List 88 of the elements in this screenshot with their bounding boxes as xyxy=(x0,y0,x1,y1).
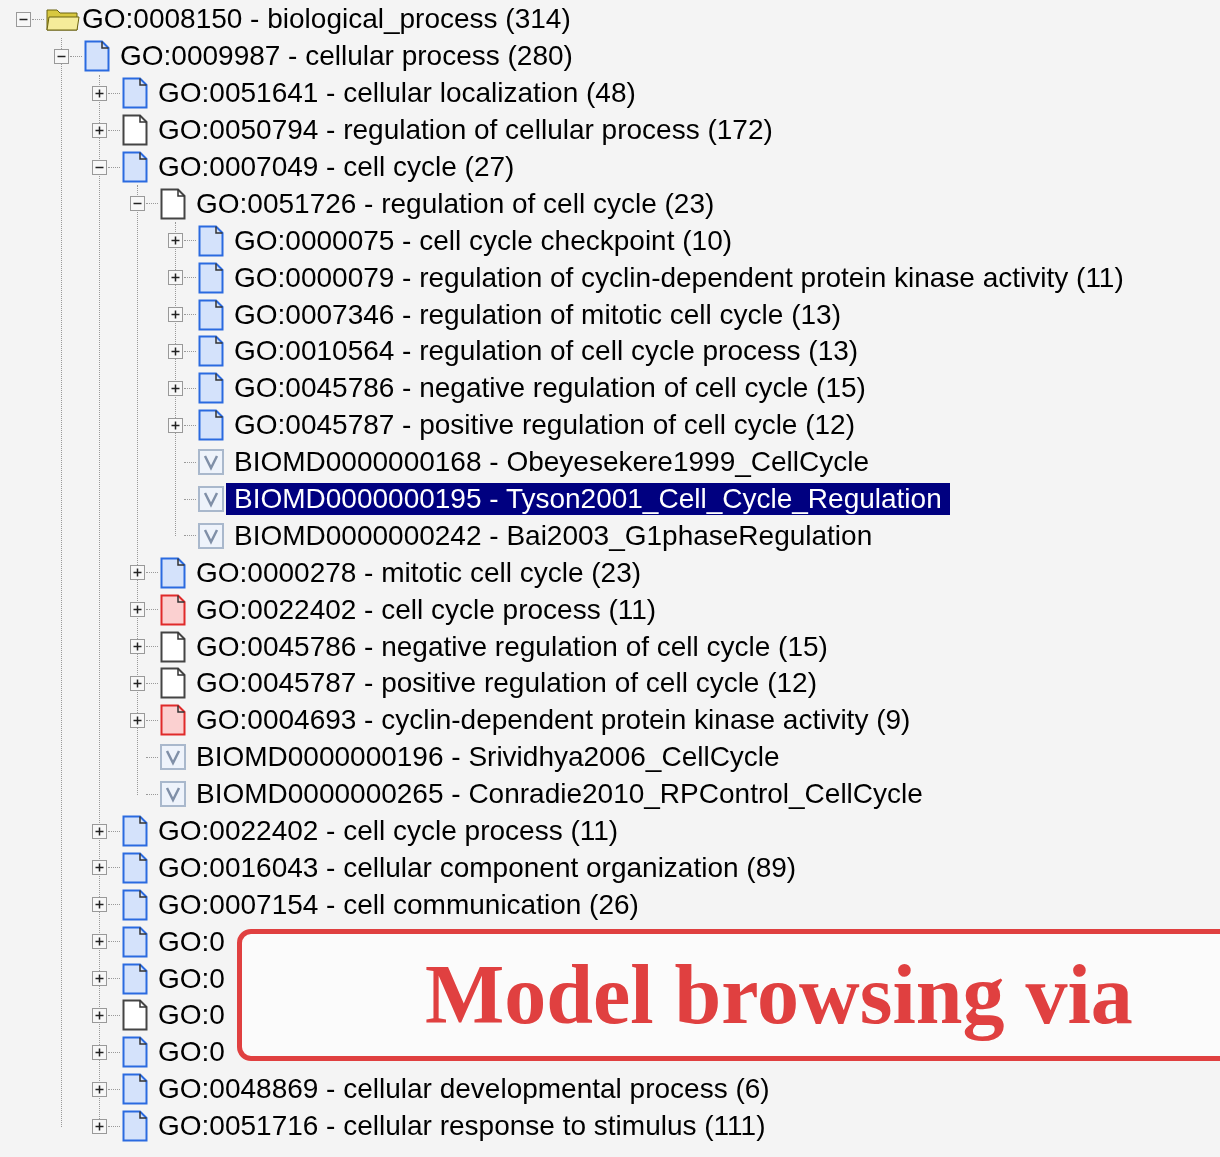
collapse-toggle[interactable] xyxy=(92,159,107,175)
document-icon xyxy=(198,335,224,368)
document-icon xyxy=(122,1036,148,1069)
document-icon xyxy=(198,261,224,294)
tree-node-label[interactable]: BIOMD0000000196 - Srividhya2006_CellCycle xyxy=(188,741,788,774)
collapse-toggle[interactable] xyxy=(130,196,145,212)
collapse-toggle[interactable] xyxy=(54,48,69,64)
expand-toggle[interactable] xyxy=(92,823,107,839)
tree-node-label[interactable]: GO:0008150 - biological_process (314) xyxy=(74,3,579,36)
tree-node-label[interactable]: GO:0016043 - cellular component organization (89) xyxy=(150,851,805,884)
tree-node-label[interactable]: GO:0007346 - regulation of mitotic cell cycle (13) xyxy=(226,298,849,331)
document-icon xyxy=(160,187,186,220)
document-icon xyxy=(160,593,186,626)
expand-toggle[interactable] xyxy=(92,897,107,913)
expand-toggle[interactable] xyxy=(168,307,183,323)
expand-toggle[interactable] xyxy=(92,1081,107,1097)
document-icon xyxy=(160,704,186,737)
tree-node-label[interactable]: GO:0010564 - regulation of cell cycle process (13) xyxy=(226,335,867,368)
document-icon xyxy=(160,556,186,589)
tree-node-label[interactable]: GO:0 xyxy=(150,925,233,958)
tree-node-label[interactable]: GO:0000278 - mitotic cell cycle (23) xyxy=(188,556,650,589)
expand-toggle[interactable] xyxy=(92,860,107,876)
document-icon xyxy=(122,925,148,958)
tree-node-label[interactable]: GO:0 xyxy=(150,962,233,995)
document-icon xyxy=(122,815,148,848)
document-icon xyxy=(198,409,224,442)
expand-toggle[interactable] xyxy=(168,417,183,433)
document-icon xyxy=(122,888,148,921)
document-icon xyxy=(160,667,186,700)
document-icon xyxy=(160,630,186,663)
tree-node-label[interactable]: GO:0045786 - negative regulation of cell cycle (15) xyxy=(226,372,874,405)
tree-node-label[interactable]: GO:0022402 - cell cycle process (11) xyxy=(188,593,665,626)
tree-node-label[interactable]: GO:0007049 - cell cycle (27) xyxy=(150,151,523,183)
tree-node-label[interactable]: GO:0007154 - cell communication (26) xyxy=(150,888,647,921)
expand-toggle[interactable] xyxy=(168,233,183,249)
model-icon xyxy=(198,522,224,549)
document-icon xyxy=(122,962,148,995)
folder-icon xyxy=(46,6,80,33)
tree-node-label[interactable]: GO:0022402 - cell cycle process (11) xyxy=(150,815,627,848)
model-icon xyxy=(160,781,186,808)
model-icon xyxy=(198,486,224,512)
expand-toggle[interactable] xyxy=(168,380,183,396)
expand-toggle[interactable] xyxy=(130,712,145,728)
expand-toggle[interactable] xyxy=(92,971,107,987)
tree-node-label[interactable]: GO:0000079 - regulation of cyclin-dependent protein kinase activity (11) xyxy=(226,261,1132,294)
collapse-toggle[interactable] xyxy=(16,11,31,27)
expand-toggle[interactable] xyxy=(92,85,107,101)
tree-node-label[interactable]: GO:0 xyxy=(150,999,233,1032)
tree-node-label[interactable]: BIOMD0000000242 - Bai2003_G1phaseRegulation xyxy=(226,519,881,552)
tree-node-label[interactable]: GO:0 xyxy=(150,1036,233,1069)
expand-toggle[interactable] xyxy=(130,565,145,581)
document-icon xyxy=(122,999,148,1032)
tree-node-label[interactable]: BIOMD0000000265 - Conradie2010_RPControl_CellCycle xyxy=(188,778,931,811)
document-icon xyxy=(198,298,224,331)
document-icon xyxy=(122,114,148,147)
expand-toggle[interactable] xyxy=(168,343,183,359)
model-icon xyxy=(160,744,186,771)
tree-node-label[interactable]: GO:0051641 - cellular localization (48) xyxy=(150,77,644,110)
expand-toggle[interactable] xyxy=(92,122,107,138)
document-icon xyxy=(198,372,224,405)
tree-node-label[interactable]: GO:0000075 - cell cycle checkpoint (10) xyxy=(226,224,741,257)
document-icon xyxy=(122,77,148,110)
document-icon xyxy=(122,151,148,183)
document-icon xyxy=(122,851,148,884)
expand-toggle[interactable] xyxy=(168,270,183,286)
tree-node-label[interactable]: BIOMD0000000195 - Tyson2001_Cell_Cycle_Regulation xyxy=(226,483,950,515)
document-icon xyxy=(198,224,224,257)
expand-toggle[interactable] xyxy=(92,934,107,950)
expand-toggle[interactable] xyxy=(130,602,145,618)
expand-toggle[interactable] xyxy=(92,1118,107,1134)
tree-node-label[interactable]: GO:0051716 - cellular response to stimulus (111) xyxy=(150,1110,774,1143)
expand-toggle[interactable] xyxy=(92,1008,107,1023)
tree-node-label[interactable]: GO:0050794 - regulation of cellular process (172) xyxy=(150,114,781,147)
expand-toggle[interactable] xyxy=(130,675,145,691)
expand-toggle[interactable] xyxy=(130,639,145,655)
tree-node-label[interactable]: GO:0045787 - positive regulation of cell cycle (12) xyxy=(226,409,863,442)
document-icon xyxy=(122,1110,148,1143)
tree-node-label[interactable]: BIOMD0000000168 - Obeyesekere1999_CellCycle xyxy=(226,446,878,479)
tree-node-label[interactable]: GO:0045787 - positive regulation of cell cycle (12) xyxy=(188,667,825,700)
tree-node-label[interactable]: GO:0004693 - cyclin-dependent protein kinase activity (9) xyxy=(188,704,919,737)
model-icon xyxy=(198,449,224,476)
tree-node-label[interactable]: GO:0009987 - cellular process (280) xyxy=(112,40,581,73)
expand-toggle[interactable] xyxy=(92,1044,107,1060)
document-icon xyxy=(84,40,110,73)
tree-node-label[interactable]: GO:0045786 - negative regulation of cell cycle (15) xyxy=(188,630,836,663)
tree-node-label[interactable]: GO:0048869 - cellular developmental process (6) xyxy=(150,1073,778,1106)
document-icon xyxy=(122,1073,148,1106)
tree-node-label[interactable]: GO:0051726 - regulation of cell cycle (23) xyxy=(188,187,723,220)
